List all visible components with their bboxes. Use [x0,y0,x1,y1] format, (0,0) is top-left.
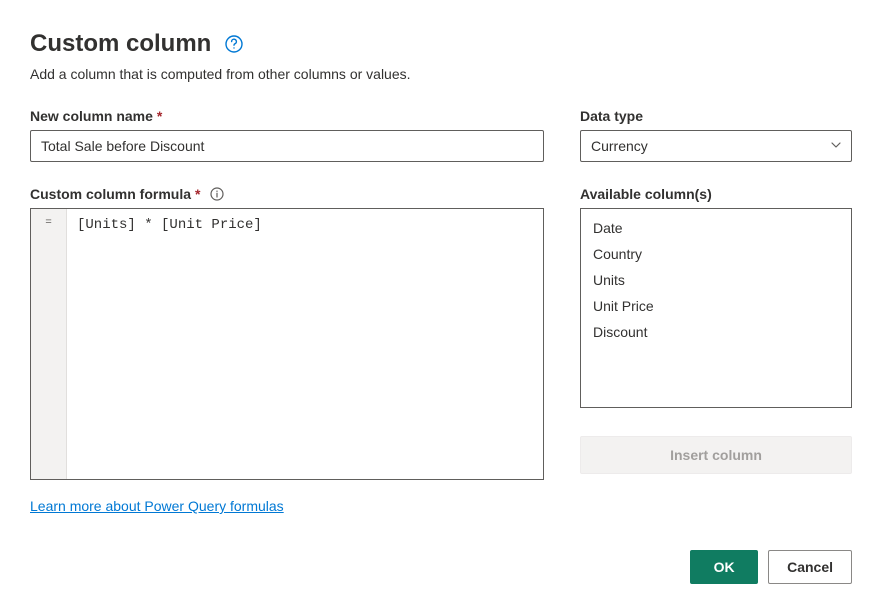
learn-more-link[interactable]: Learn more about Power Query formulas [30,498,284,514]
data-type-label: Data type [580,108,852,124]
required-asterisk: * [157,108,162,124]
new-column-name-label-text: New column name [30,108,153,124]
dialog-footer: OK Cancel [30,550,852,584]
available-columns-label: Available column(s) [580,186,852,202]
insert-column-button[interactable]: Insert column [580,436,852,474]
list-item[interactable]: Unit Price [581,293,851,319]
help-icon[interactable] [225,35,243,53]
available-columns-list[interactable]: Date Country Units Unit Price Discount [580,208,852,408]
dialog-title-text: Custom column [30,30,211,58]
dialog-subtitle: Add a column that is computed from other… [30,66,852,82]
list-item[interactable]: Country [581,241,851,267]
list-item[interactable]: Date [581,215,851,241]
new-column-name-input[interactable] [30,130,544,162]
cancel-button[interactable]: Cancel [768,550,852,584]
top-fields-row: New column name * Data type [30,108,852,162]
formula-row: Custom column formula * = [Units] * [Uni… [30,162,852,514]
formula-label-text: Custom column formula [30,186,191,202]
formula-editor[interactable]: = [Units] * [Unit Price] [30,208,544,480]
info-icon[interactable] [210,187,224,201]
dialog-title: Custom column [30,30,852,58]
required-asterisk: * [195,186,200,202]
formula-code[interactable]: [Units] * [Unit Price] [67,209,543,479]
data-type-select[interactable] [580,130,852,162]
ok-button[interactable]: OK [690,550,758,584]
list-item[interactable]: Units [581,267,851,293]
list-item[interactable]: Discount [581,319,851,345]
formula-gutter: = [31,209,67,479]
formula-label: Custom column formula * [30,186,544,202]
new-column-name-label: New column name * [30,108,544,124]
